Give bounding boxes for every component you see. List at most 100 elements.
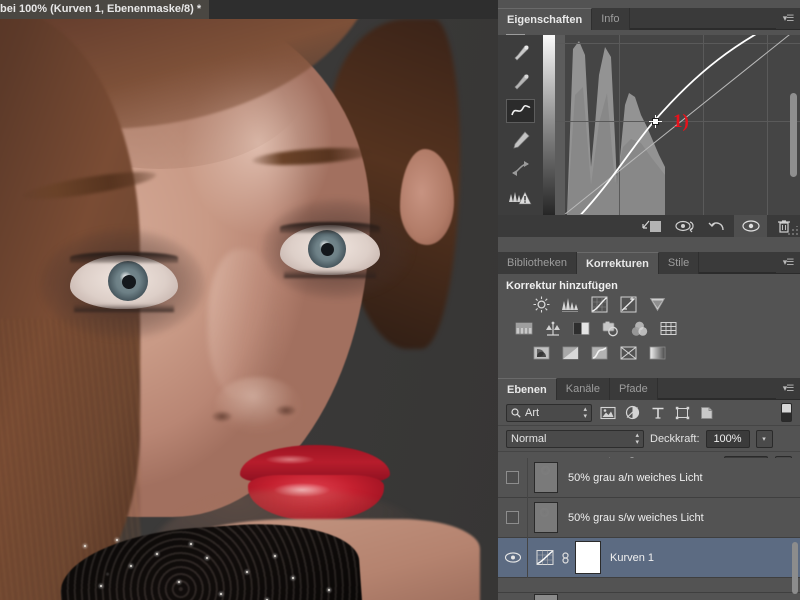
- toggle-layer-visibility-icon[interactable]: [734, 215, 767, 237]
- selective-color-icon[interactable]: [619, 344, 638, 361]
- visibility-checkbox[interactable]: [506, 511, 519, 524]
- layers-scrollbar[interactable]: [792, 542, 798, 594]
- smart-object-filter-icon[interactable]: [698, 404, 717, 422]
- tab-bibliotheken[interactable]: Bibliotheken: [498, 252, 577, 274]
- tab-pfade[interactable]: Pfade: [610, 378, 658, 400]
- curves-graph[interactable]: 1): [555, 35, 800, 215]
- curves-editor[interactable]: 1): [498, 35, 800, 215]
- layer-visibility-toggle[interactable]: [498, 497, 528, 538]
- shape-filter-icon[interactable]: [673, 404, 692, 422]
- garment-sequins: [60, 527, 360, 600]
- image-filter-icon[interactable]: [598, 404, 617, 422]
- reset-adjustment-icon[interactable]: [701, 215, 734, 237]
- document-tab[interactable]: bei 100% (Kurven 1, Ebenenmaske/8) *: [0, 0, 210, 19]
- layer-mask-thumbnail[interactable]: [575, 541, 601, 574]
- channel-mixer-icon[interactable]: [630, 320, 649, 337]
- levels-icon[interactable]: [561, 296, 580, 313]
- output-gradient-strip: [543, 35, 555, 215]
- layer-filter-value: Art: [525, 406, 540, 419]
- gradient-map-icon[interactable]: [648, 344, 667, 361]
- control-point-handle[interactable]: [652, 118, 659, 125]
- table-row[interactable]: 50% grau s/w weiches Licht: [498, 497, 800, 538]
- layer-list: 50% grau a/n weiches Licht 50% grau s/w …: [498, 457, 800, 600]
- clipping-warning-icon[interactable]: [506, 186, 535, 210]
- layer-thumbnail[interactable]: [534, 502, 558, 533]
- layer-name[interactable]: Kurven 1: [610, 552, 654, 564]
- opacity-label: Deckkraft:: [650, 432, 700, 445]
- layer-thumbnail[interactable]: [534, 462, 558, 493]
- table-row[interactable]: Kurven 1: [498, 537, 800, 578]
- adjustments-panel-menu-button[interactable]: ▾☰: [776, 252, 800, 273]
- link-mask-icon[interactable]: [558, 548, 572, 568]
- tab-label: Kanäle: [565, 383, 600, 395]
- color-lookup-icon[interactable]: [659, 320, 678, 337]
- annotation-marker-1: 1): [673, 111, 689, 132]
- exposure-icon[interactable]: [619, 296, 638, 313]
- layer-filter-type-select[interactable]: Art ▴ ▾: [506, 403, 592, 422]
- nose-bridge: [208, 249, 278, 399]
- thumbnail-content: [540, 508, 549, 517]
- invert-icon[interactable]: [532, 344, 551, 361]
- layer-name[interactable]: 50% grau a/n weiches Licht: [568, 472, 703, 484]
- adjustment-row-2: [514, 320, 800, 337]
- tab-stile[interactable]: Stile: [658, 252, 700, 274]
- curves-adjustment-icon[interactable]: [534, 548, 556, 568]
- adjustment-filter-icon[interactable]: [623, 404, 642, 422]
- layers-panel: Ebenen Kanäle Pfade ▾☰ Art ▴ ▾ Normal ▴ …: [498, 378, 800, 600]
- layer-visibility-toggle[interactable]: [498, 457, 528, 498]
- opacity-dropdown-button[interactable]: ▾: [755, 429, 773, 448]
- threshold-icon[interactable]: [590, 344, 609, 361]
- tab-kanaele[interactable]: Kanäle: [556, 378, 610, 400]
- thumbnail-content: [541, 466, 550, 475]
- table-row[interactable]: 50% grau a/n weiches Licht: [498, 457, 800, 498]
- tab-eigenschaften[interactable]: Eigenschaften: [498, 8, 593, 30]
- tab-label: Info: [601, 13, 620, 25]
- eye-right-liner-bottom: [284, 270, 376, 278]
- blend-mode-select[interactable]: Normal ▴ ▾: [506, 429, 644, 448]
- clip-to-layer-icon[interactable]: [635, 215, 668, 237]
- search-icon: [511, 407, 521, 418]
- black-and-white-icon[interactable]: [572, 320, 591, 337]
- view-previous-state-icon[interactable]: [668, 215, 701, 237]
- vibrance-icon[interactable]: [648, 296, 667, 313]
- visibility-checkbox[interactable]: [506, 471, 519, 484]
- pencil-draw-icon[interactable]: [506, 128, 535, 152]
- curves-icon[interactable]: [590, 296, 609, 313]
- tab-label: Eigenschaften: [507, 14, 583, 26]
- image-canvas[interactable]: [0, 19, 498, 600]
- curve-draw-icon[interactable]: [506, 99, 535, 123]
- eyedropper-black-point-icon[interactable]: [506, 41, 535, 65]
- filter-enable-toggle-icon[interactable]: [781, 403, 792, 422]
- eyedropper-gray-point-icon[interactable]: [506, 70, 535, 94]
- layers-panel-menu-button[interactable]: ▾☰: [776, 378, 800, 399]
- panel-resize-grip[interactable]: [787, 226, 799, 236]
- posterize-icon[interactable]: [561, 344, 580, 361]
- adjustment-row-1: [532, 296, 800, 313]
- layer-thumbnail: [534, 594, 558, 600]
- stepper-arrows-icon: ▴ ▾: [635, 431, 639, 446]
- brightness-contrast-icon[interactable]: [532, 296, 551, 313]
- tab-ebenen[interactable]: Ebenen: [498, 378, 557, 400]
- eye-left: [70, 252, 178, 312]
- properties-tabstrip: Eigenschaften Info ▾☰: [498, 8, 800, 30]
- hue-saturation-icon[interactable]: [514, 320, 533, 337]
- properties-panel-menu-button[interactable]: ▾☰: [776, 8, 800, 29]
- layers-tabstrip: Ebenen Kanäle Pfade ▾☰: [498, 378, 800, 400]
- color-balance-icon[interactable]: [543, 320, 562, 337]
- tab-label: Korrekturen: [585, 258, 649, 270]
- curve-control-point[interactable]: [649, 115, 662, 128]
- smooth-curve-icon[interactable]: [506, 157, 535, 181]
- tab-info[interactable]: Info: [592, 8, 630, 30]
- blend-opacity-row: Normal ▴ ▾ Deckkraft: 100% ▾: [498, 426, 800, 452]
- text-filter-icon[interactable]: [648, 404, 667, 422]
- layer-visibility-toggle[interactable]: [498, 537, 528, 578]
- tabstrip-filler: [657, 378, 776, 399]
- properties-scrollbar[interactable]: [790, 93, 797, 177]
- photo-filter-icon[interactable]: [601, 320, 620, 337]
- layer-row-partial[interactable]: [498, 592, 800, 600]
- opacity-input[interactable]: 100%: [705, 429, 750, 448]
- layer-name[interactable]: 50% grau s/w weiches Licht: [568, 512, 704, 524]
- tab-korrekturen[interactable]: Korrekturen: [576, 252, 659, 274]
- adjustments-tabstrip: Bibliotheken Korrekturen Stile ▾☰: [498, 252, 800, 274]
- adjustments-panel: Bibliotheken Korrekturen Stile ▾☰ Korrek…: [498, 252, 800, 378]
